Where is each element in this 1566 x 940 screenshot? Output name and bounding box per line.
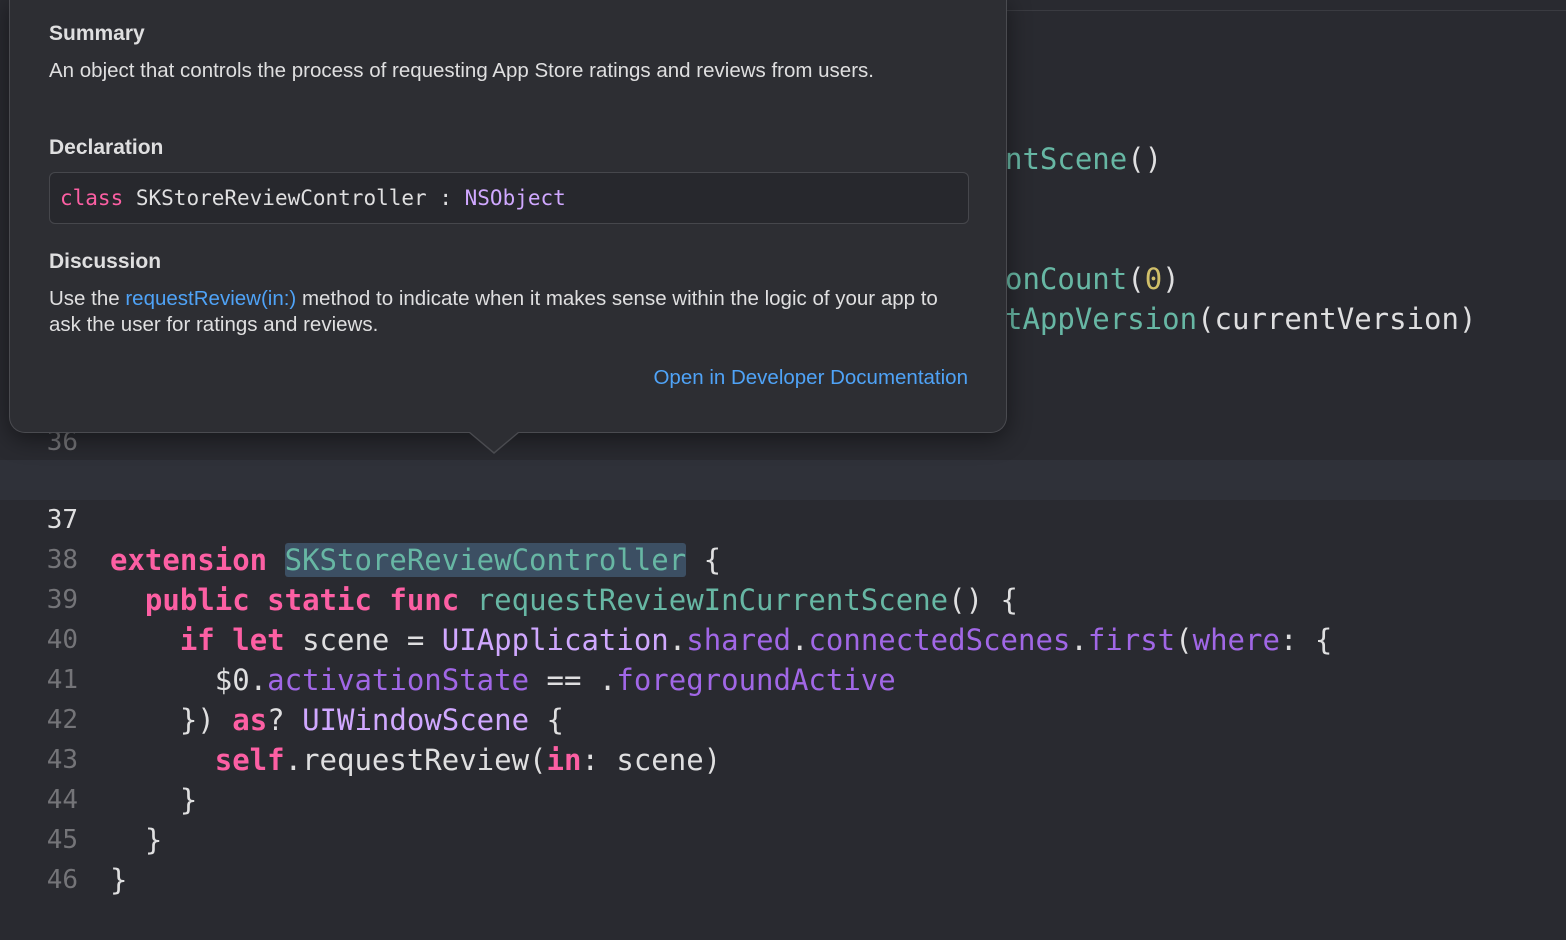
popover-arrow-fill: [470, 432, 518, 452]
quick-help-popover: Summary An object that controls the proc…: [9, 0, 1007, 454]
code-token: onCount: [1005, 262, 1128, 296]
code-fragment-line: ntScene(): [1005, 139, 1162, 179]
declaration-colon: :: [439, 186, 452, 210]
code-line[interactable]: 39 if let scene = UIApplication.shared.c…: [0, 540, 1566, 657]
code-token: 0: [1144, 262, 1163, 296]
code-token: (currentVersion): [1197, 302, 1477, 336]
code-token: ntScene: [1005, 142, 1128, 176]
code-token: (): [1127, 142, 1163, 176]
declaration-keyword: class: [60, 186, 124, 210]
declaration-box: class SKStoreReviewController : NSObject: [49, 172, 969, 224]
discussion-text: Use the requestReview(in:) method to ind…: [49, 286, 969, 338]
discussion-heading: Discussion: [49, 250, 162, 273]
code-line[interactable]: 46: [0, 820, 1566, 895]
summary-text: An object that controls the process of r…: [49, 59, 874, 82]
code-line[interactable]: 43 }: [0, 700, 1566, 817]
code-line[interactable]: 38 public static func requestReviewInCur…: [0, 500, 1566, 617]
code-token: (: [1127, 262, 1145, 296]
code-fragment-line: onCount(0): [1005, 259, 1180, 299]
summary-heading: Summary: [49, 22, 145, 45]
code-token: tAppVersion: [1005, 302, 1198, 336]
line-number: 46: [46, 865, 78, 895]
code-line[interactable]: 44 }: [0, 740, 1566, 857]
code-line[interactable]: 45 }: [0, 780, 1566, 897]
declaration-superclass[interactable]: NSObject: [465, 186, 566, 210]
open-developer-documentation-link[interactable]: Open in Developer Documentation: [653, 366, 968, 390]
code-text: }: [110, 860, 127, 900]
code-line[interactable]: 42 self.requestReview(in: scene): [0, 660, 1566, 777]
code-fragment-line: tAppVersion(currentVersion): [1005, 299, 1476, 339]
code-token: }: [110, 863, 128, 897]
discussion-text-part: Use the: [49, 287, 126, 310]
code-line[interactable]: 40 $0.activationState == .foregroundActi…: [0, 580, 1566, 697]
code-line-current[interactable]: 37 extension SKStoreReviewController {: [0, 460, 1566, 577]
declaration-heading: Declaration: [49, 136, 164, 159]
code-line[interactable]: 41 }) as? UIWindowScene {: [0, 620, 1566, 737]
request-review-link[interactable]: requestReview(in:): [125, 287, 296, 310]
code-token: ): [1162, 262, 1180, 296]
declaration-name: SKStoreReviewController: [135, 186, 427, 210]
